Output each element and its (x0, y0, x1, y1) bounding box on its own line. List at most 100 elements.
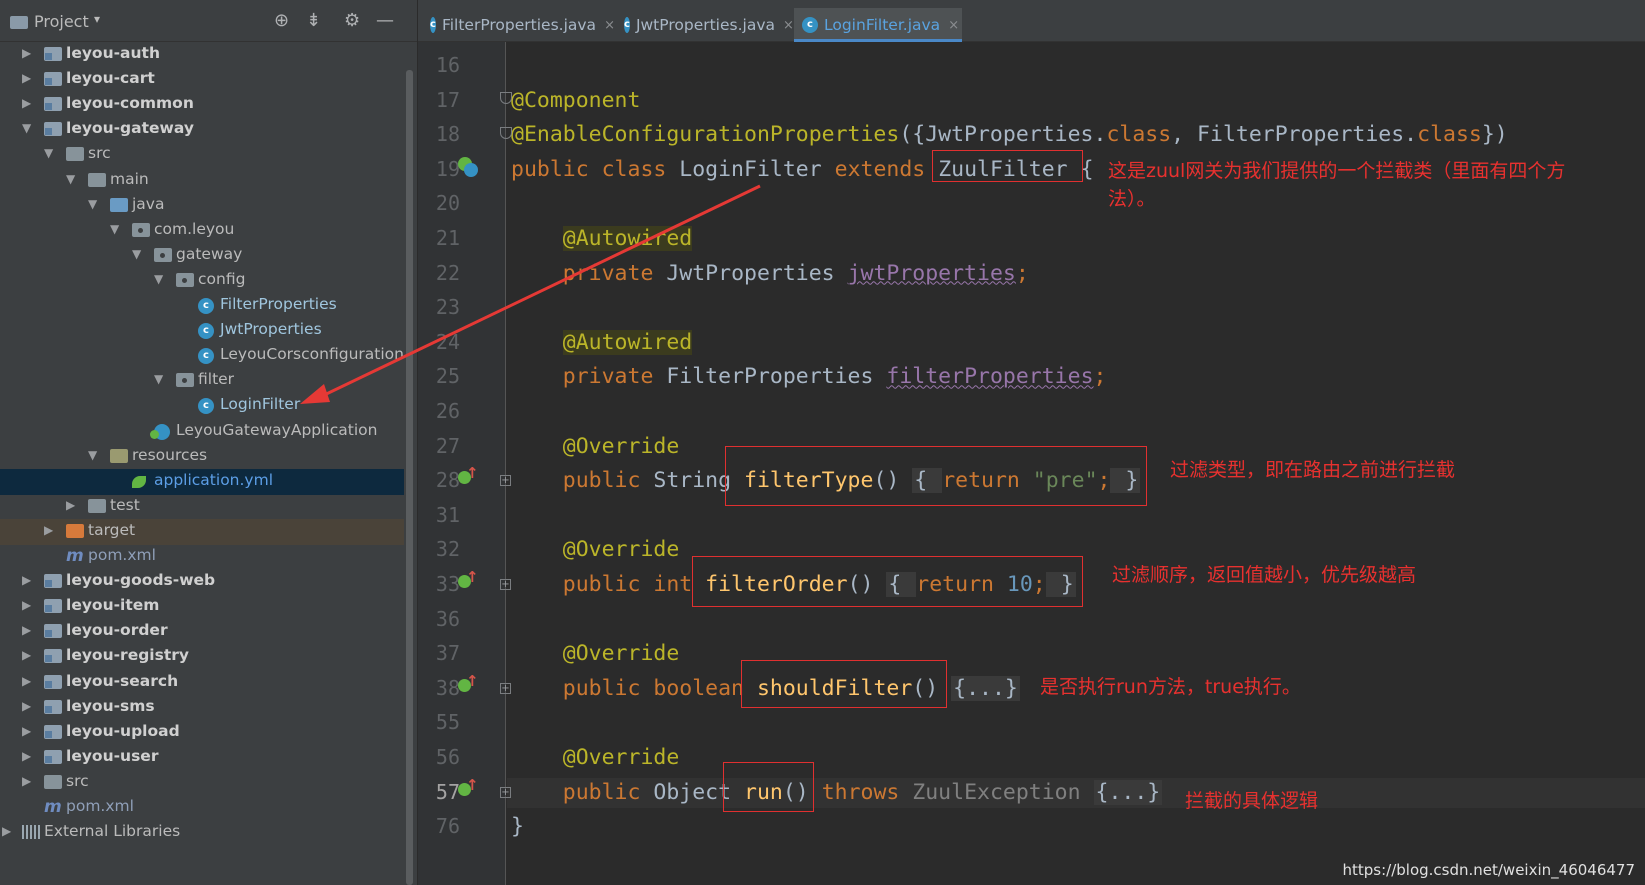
collapsed-arrow-icon[interactable]: ▶ (44, 523, 53, 537)
line-number[interactable]: 36 (424, 607, 460, 631)
tree-node[interactable]: ▼ java (0, 193, 404, 219)
tree-node[interactable]: ▼ leyou-gateway (0, 117, 404, 143)
expanded-arrow-icon[interactable]: ▼ (66, 172, 75, 186)
line-number[interactable]: 17 (424, 88, 460, 112)
collapsed-arrow-icon[interactable]: ▶ (22, 46, 31, 60)
line-number[interactable]: 19 (424, 157, 460, 181)
tree-node[interactable]: ▶ leyou-order (0, 619, 404, 645)
tree-node[interactable]: ▶ src (0, 770, 404, 796)
override-method-icon[interactable] (458, 672, 479, 695)
code-line[interactable]: @Override (511, 743, 680, 773)
tree-node[interactable]: ▶ leyou-upload (0, 720, 404, 746)
tree-node[interactable]: c FilterProperties (0, 293, 404, 319)
tree-node[interactable]: ▶ leyou-auth (0, 42, 404, 68)
tree-node[interactable]: m pom.xml (0, 795, 404, 821)
expanded-arrow-icon[interactable]: ▼ (88, 197, 97, 211)
tab-filterproperties[interactable]: c FilterProperties.java × (422, 8, 615, 42)
fold-marker-icon[interactable] (500, 127, 512, 139)
collapsed-arrow-icon[interactable]: ▶ (22, 674, 31, 688)
tree-node[interactable]: ▶ leyou-goods-web (0, 569, 404, 595)
fold-expand-icon[interactable]: + (500, 579, 511, 590)
line-number[interactable]: 56 (424, 745, 460, 769)
tree-node[interactable]: c LeyouCorsconfiguration (0, 343, 404, 369)
tree-scrollbar[interactable] (404, 70, 415, 885)
collapsed-arrow-icon[interactable]: ▶ (22, 699, 31, 713)
collapsed-arrow-icon[interactable]: ▶ (22, 724, 31, 738)
collapsed-arrow-icon[interactable]: ▶ (22, 774, 31, 788)
tree-node[interactable]: ▶ leyou-cart (0, 67, 404, 93)
line-number[interactable]: 26 (424, 399, 460, 423)
collapsed-arrow-icon[interactable]: ▶ (22, 71, 31, 85)
line-number[interactable]: 57 (424, 780, 460, 804)
code-line[interactable]: @EnableConfigurationProperties({JwtPrope… (511, 120, 1508, 150)
expanded-arrow-icon[interactable]: ▼ (154, 372, 163, 386)
fold-expand-icon[interactable]: + (500, 475, 511, 486)
target-icon[interactable]: ⊕ (274, 12, 289, 30)
collapsed-arrow-icon[interactable]: ▶ (22, 623, 31, 637)
collapsed-arrow-icon[interactable]: ▶ (22, 96, 31, 110)
line-number[interactable]: 55 (424, 710, 460, 734)
line-number[interactable]: 33 (424, 572, 460, 596)
line-number[interactable]: 24 (424, 330, 460, 354)
tree-node[interactable]: application.yml (0, 468, 404, 495)
tree-node[interactable]: ▶ leyou-common (0, 92, 404, 118)
line-number[interactable]: 32 (424, 537, 460, 561)
gear-icon[interactable]: ⚙ (344, 12, 360, 30)
tree-node[interactable]: c LoginFilter (0, 393, 404, 419)
collapsed-arrow-icon[interactable]: ▶ (66, 498, 75, 512)
code-line[interactable]: @Autowired (511, 224, 693, 254)
override-method-icon[interactable] (458, 568, 479, 591)
code-line[interactable]: @Autowired (511, 328, 693, 358)
tree-node[interactable]: ▶ target (0, 518, 404, 545)
tree-node[interactable]: ▶ External Libraries (0, 820, 404, 846)
collapsed-arrow-icon[interactable]: ▶ (22, 598, 31, 612)
tree-node[interactable]: ▼ main (0, 168, 404, 194)
fold-expand-icon[interactable]: + (500, 683, 511, 694)
expanded-arrow-icon[interactable]: ▼ (132, 247, 141, 261)
expanded-arrow-icon[interactable]: ▼ (44, 146, 53, 160)
project-view-selector[interactable]: Project (34, 12, 89, 31)
minimize-icon[interactable]: — (376, 12, 394, 30)
spring-bean-icon[interactable] (458, 157, 480, 179)
tree-node[interactable]: ▶ leyou-search (0, 670, 404, 696)
tree-node[interactable]: ▶ leyou-registry (0, 644, 404, 670)
line-number[interactable]: 22 (424, 261, 460, 285)
tab-loginfilter[interactable]: c LoginFilter.java × (794, 8, 962, 42)
code-line[interactable]: public Object run() throws ZuulException… (507, 777, 1645, 808)
fold-expand-icon[interactable]: + (500, 787, 511, 798)
collapse-all-icon[interactable]: ⇟ (306, 12, 321, 30)
expanded-arrow-icon[interactable]: ▼ (110, 222, 119, 236)
tree-node[interactable]: ▶ leyou-sms (0, 695, 404, 721)
tree-node[interactable]: ▼ resources (0, 444, 404, 470)
line-number[interactable]: 20 (424, 191, 460, 215)
code-line[interactable]: private JwtProperties jwtProperties; (511, 259, 1029, 289)
line-number[interactable]: 18 (424, 122, 460, 146)
tree-node[interactable]: ▶ test (0, 494, 404, 520)
close-icon[interactable]: × (604, 18, 615, 33)
code-line[interactable]: @Override (511, 535, 680, 565)
line-number[interactable]: 31 (424, 503, 460, 527)
code-line[interactable]: @Override (511, 432, 680, 462)
collapsed-arrow-icon[interactable]: ▶ (22, 749, 31, 763)
tab-jwtproperties[interactable]: c JwtProperties.java × (616, 8, 794, 42)
line-number[interactable]: 25 (424, 364, 460, 388)
expanded-arrow-icon[interactable]: ▼ (154, 272, 163, 286)
code-line[interactable]: @Override (511, 639, 680, 669)
tree-node[interactable]: ▶ leyou-user (0, 745, 404, 771)
collapsed-arrow-icon[interactable]: ▶ (22, 573, 31, 587)
expanded-arrow-icon[interactable]: ▼ (22, 121, 31, 135)
code-line[interactable]: private FilterProperties filterPropertie… (511, 362, 1107, 392)
line-number[interactable]: 23 (424, 295, 460, 319)
collapsed-arrow-icon[interactable]: ▶ (2, 824, 11, 838)
collapsed-arrow-icon[interactable]: ▶ (22, 648, 31, 662)
chevron-down-icon[interactable]: ▾ (94, 12, 100, 26)
fold-marker-icon[interactable] (500, 92, 512, 104)
close-icon[interactable]: × (948, 18, 959, 33)
override-method-icon[interactable] (458, 464, 479, 487)
line-number[interactable]: 21 (424, 226, 460, 250)
line-number[interactable]: 37 (424, 641, 460, 665)
close-icon[interactable]: × (783, 18, 794, 33)
tree-node[interactable]: ▼ src (0, 142, 404, 168)
line-number[interactable]: 28 (424, 468, 460, 492)
tree-node[interactable]: ▶ leyou-item (0, 594, 404, 620)
